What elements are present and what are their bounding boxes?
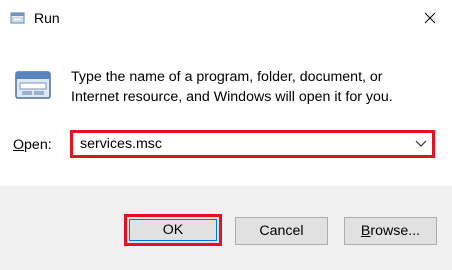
- cancel-button-label: Cancel: [259, 223, 304, 239]
- description-text: Type the name of a program, folder, docu…: [71, 67, 441, 107]
- run-window-icon: [15, 71, 51, 99]
- chevron-down-icon[interactable]: [415, 139, 427, 149]
- cancel-button[interactable]: Cancel: [235, 217, 328, 245]
- browse-accel: B: [360, 223, 371, 239]
- run-icon: [10, 12, 25, 24]
- ok-button-label: OK: [162, 222, 184, 238]
- title-bar: Run: [0, 0, 452, 36]
- open-label-accel: O: [13, 137, 25, 153]
- open-combobox[interactable]: services.msc: [70, 130, 435, 158]
- open-input[interactable]: services.msc: [80, 136, 162, 152]
- close-icon: [424, 12, 436, 24]
- open-label: Open:: [13, 137, 52, 153]
- browse-button-label: Browse...: [361, 223, 420, 239]
- window-title: Run: [34, 10, 60, 26]
- description-line-2: Internet resource, and Windows will open…: [71, 89, 393, 105]
- browse-rest: rowse...: [370, 223, 421, 239]
- dialog-body: Type the name of a program, folder, docu…: [0, 36, 452, 186]
- browse-button[interactable]: Browse...: [344, 217, 437, 245]
- ok-button-face: OK: [129, 219, 217, 241]
- close-button[interactable]: [408, 0, 452, 36]
- open-label-rest: pen:: [24, 137, 52, 153]
- description-line-1: Type the name of a program, folder, docu…: [71, 69, 383, 85]
- ok-button[interactable]: OK: [124, 214, 222, 246]
- button-bar: OK Cancel Browse...: [0, 186, 452, 270]
